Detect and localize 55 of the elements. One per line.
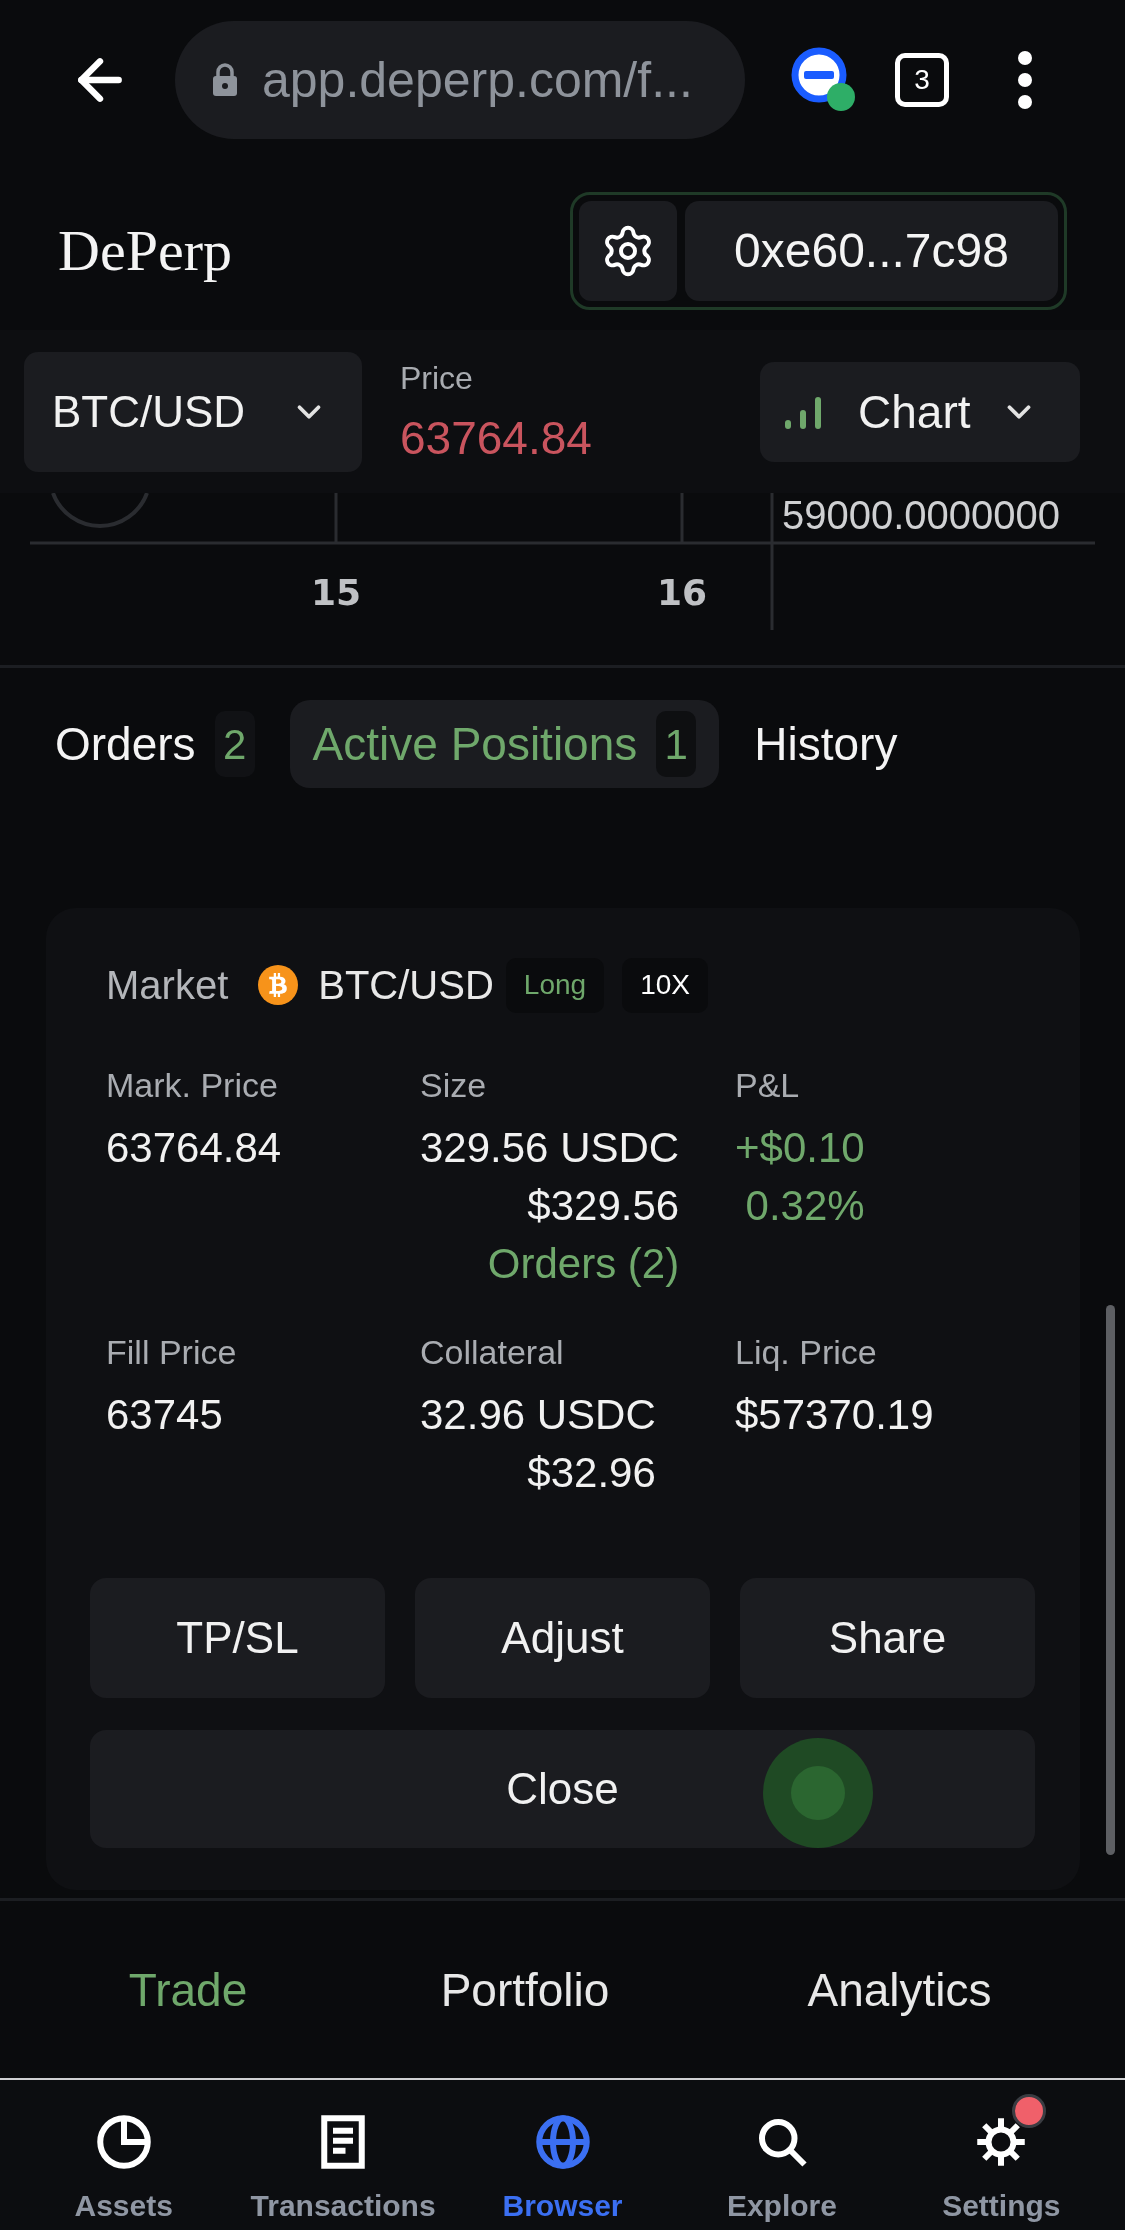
nav-tab[interactable]: Explore xyxy=(718,2093,845,2224)
price-value: 63764.84 xyxy=(400,411,592,466)
field-value: 32.96 USDC xyxy=(420,1390,656,1440)
position-tab[interactable]: Active Positions 1 xyxy=(289,700,720,788)
action-button[interactable]: TP/SL xyxy=(90,1578,385,1698)
pnl-value: +$0.10 xyxy=(735,1123,865,1173)
pair-name: BTC/USD xyxy=(318,962,494,1009)
price-label: Price xyxy=(400,359,473,398)
leverage-badge: 10X xyxy=(622,957,708,1013)
orders-link[interactable]: Orders (2) xyxy=(487,1235,680,1293)
field-value: $57370.19 xyxy=(735,1390,934,1440)
date-axis-label: 16 xyxy=(656,572,708,613)
view-dropdown[interactable]: Chart xyxy=(760,362,1080,462)
field-value: 63764.84 xyxy=(106,1123,282,1173)
price-axis-label: 59000.0000000 xyxy=(782,493,1061,537)
minus-circle-icon[interactable] xyxy=(791,47,857,113)
field-label: Collateral xyxy=(420,1332,564,1373)
pair-dropdown[interactable]: BTC/USD xyxy=(24,352,362,472)
field-label: Fill Price xyxy=(106,1332,237,1373)
field-value: $329.56 xyxy=(527,1181,680,1231)
field-label: P&L xyxy=(735,1065,800,1106)
action-button[interactable]: Share xyxy=(740,1578,1035,1698)
field-value: 63745 xyxy=(106,1390,223,1440)
side-badge: Long xyxy=(505,957,605,1013)
wallet-address-button[interactable]: 0xe60...7c98 xyxy=(685,201,1058,301)
bitcoin-icon xyxy=(258,965,299,1005)
field-label: Size xyxy=(420,1065,487,1106)
nav-tab[interactable]: Assets xyxy=(66,2093,181,2224)
close-position-button[interactable]: Close xyxy=(90,1730,1035,1848)
nav-tab[interactable]: Transactions xyxy=(242,2093,444,2224)
field-label: Mark. Price xyxy=(106,1065,278,1106)
settings-button[interactable] xyxy=(579,201,677,301)
field-value: $32.96 xyxy=(527,1448,656,1498)
circle-outline-icon xyxy=(51,493,149,528)
market-label: Market xyxy=(106,962,229,1009)
lock-icon xyxy=(212,63,238,97)
more-menu-icon[interactable] xyxy=(1015,50,1035,110)
field-value: 329.56 USDC xyxy=(420,1123,680,1173)
field-label: Liq. Price xyxy=(735,1332,877,1373)
page-tab[interactable]: Trade xyxy=(128,1961,248,2018)
page-tab[interactable]: Portfolio xyxy=(440,1961,610,2018)
app-logo: DePerp xyxy=(58,222,232,280)
position-tab[interactable]: Orders 2 xyxy=(55,700,255,788)
url-bar[interactable]: app.deperp.com/f... xyxy=(175,21,745,139)
position-tab[interactable]: History xyxy=(754,700,898,788)
count-badge: 1 xyxy=(656,711,697,777)
pnl-value: 0.32% xyxy=(745,1181,865,1231)
signal-bars-icon xyxy=(784,394,822,430)
page-tab[interactable]: Analytics xyxy=(807,1961,992,2018)
nav-tab[interactable]: Browser xyxy=(494,2093,631,2224)
nav-tab[interactable]: Settings xyxy=(934,2093,1069,2224)
date-axis-label: 15 xyxy=(310,572,362,613)
action-button[interactable]: Adjust xyxy=(415,1578,710,1698)
count-badge: 2 xyxy=(214,711,255,777)
tab-count-button[interactable]: 3 xyxy=(895,53,949,107)
